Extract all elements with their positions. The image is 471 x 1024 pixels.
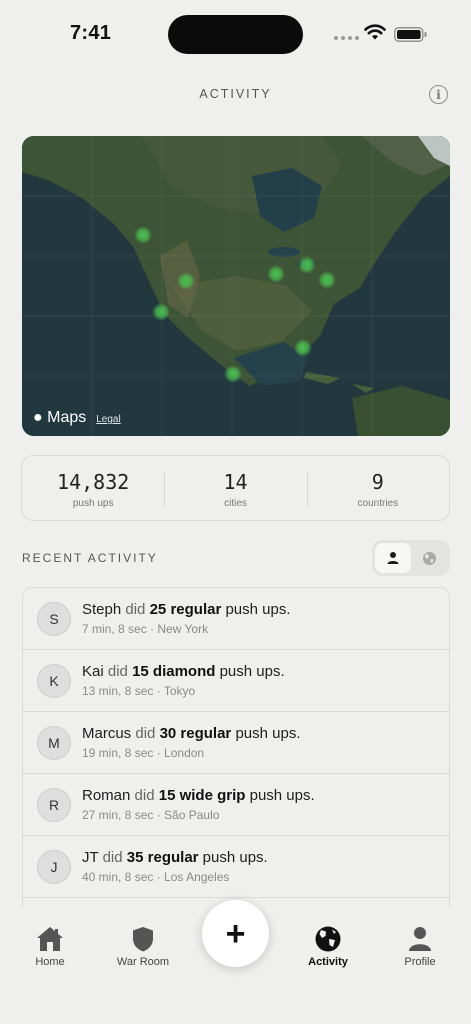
- activity-summary: Marcus did 30 regular push ups.: [82, 725, 301, 742]
- dynamic-island: [168, 15, 303, 54]
- stat-push-ups: 14,832 push ups: [22, 456, 164, 520]
- map-marker: [318, 271, 336, 289]
- avatar: K: [37, 663, 71, 698]
- tab-home[interactable]: Home: [5, 925, 95, 968]
- map-marker: [134, 226, 152, 244]
- map-marker: [294, 339, 312, 357]
- list-item[interactable]: J JT did 35 regular push ups. 40 min, 8 …: [23, 836, 449, 898]
- map-terrain: [22, 136, 450, 436]
- status-time: 7:41: [70, 22, 112, 44]
- section-title: RECENT ACTIVITY: [22, 551, 158, 565]
- activity-meta: 27 min, 8 sec · São Paulo: [82, 808, 220, 822]
- shield-icon: [133, 927, 153, 952]
- home-icon: [37, 927, 63, 951]
- activity-filter-toggle: [372, 540, 450, 576]
- stat-cities: 14 cities: [164, 456, 306, 520]
- stat-label: cities: [224, 498, 247, 509]
- tab-war-room[interactable]: War Room: [98, 925, 188, 968]
- activity-meta: 40 min, 8 sec · Los Angeles: [82, 870, 230, 884]
- apple-logo-icon: ●: [33, 409, 43, 426]
- globe-icon: [315, 926, 341, 952]
- list-item[interactable]: S Steph did 25 regular push ups. 7 min, …: [23, 588, 449, 650]
- activity-summary: Steph did 25 regular push ups.: [82, 601, 291, 618]
- tab-bar: Home War Room + Activity Profile: [0, 900, 471, 1024]
- map-marker: [152, 303, 170, 321]
- stat-label: countries: [357, 498, 399, 509]
- tab-profile[interactable]: Profile: [375, 925, 465, 968]
- activity-summary: JT did 35 regular push ups.: [82, 849, 268, 866]
- activity-map[interactable]: ● Maps Legal: [22, 136, 450, 436]
- tab-label: Activity: [308, 956, 348, 968]
- person-icon: [409, 927, 431, 951]
- legal-link[interactable]: Legal: [96, 414, 120, 425]
- info-icon[interactable]: i: [429, 85, 448, 104]
- tab-label: War Room: [116, 956, 170, 968]
- map-marker: [267, 265, 285, 283]
- map-marker: [298, 256, 316, 274]
- tab-activity[interactable]: Activity: [283, 925, 373, 968]
- add-workout-button[interactable]: +: [202, 900, 269, 967]
- globe-icon: [422, 551, 436, 565]
- activity-meta: 19 min, 8 sec · London: [82, 746, 205, 760]
- stat-value: 14: [223, 470, 248, 494]
- stat-countries: 9 countries: [306, 456, 449, 520]
- filter-personal-button[interactable]: [375, 543, 411, 573]
- map-marker: [224, 365, 242, 383]
- list-item[interactable]: K Kai did 15 diamond push ups. 13 min, 8…: [23, 650, 449, 712]
- activity-list: S Steph did 25 regular push ups. 7 min, …: [22, 587, 450, 907]
- stats-card: 14,832 push ups 14 cities 9 countries: [21, 455, 450, 521]
- tab-label: Profile: [404, 956, 436, 968]
- status-bar: 7:41: [0, 0, 471, 70]
- list-item[interactable]: M Marcus did 30 regular push ups. 19 min…: [23, 712, 449, 774]
- wifi-icon: [364, 24, 386, 40]
- maps-logo: ● Maps: [33, 409, 87, 426]
- avatar: J: [37, 849, 71, 884]
- filter-global-button[interactable]: [411, 543, 447, 573]
- person-icon: [387, 552, 399, 564]
- stat-value: 9: [371, 470, 384, 494]
- cellular-signal-icon: [334, 36, 359, 40]
- stat-label: push ups: [72, 498, 114, 509]
- battery-icon: [394, 27, 427, 42]
- avatar: M: [37, 725, 71, 760]
- map-marker: [177, 272, 195, 290]
- map-attribution: ● Maps Legal: [33, 409, 121, 427]
- list-item[interactable]: R Roman did 15 wide grip push ups. 27 mi…: [23, 774, 449, 836]
- activity-summary: Roman did 15 wide grip push ups.: [82, 787, 315, 804]
- activity-meta: 13 min, 8 sec · Tokyo: [82, 684, 196, 698]
- stat-value: 14,832: [57, 470, 130, 494]
- activity-summary: Kai did 15 diamond push ups.: [82, 663, 285, 680]
- tab-label: Home: [35, 956, 65, 968]
- activity-meta: 7 min, 8 sec · New York: [82, 622, 209, 636]
- page-title: ACTIVITY: [199, 87, 272, 101]
- avatar: S: [37, 601, 71, 636]
- avatar: R: [37, 787, 71, 822]
